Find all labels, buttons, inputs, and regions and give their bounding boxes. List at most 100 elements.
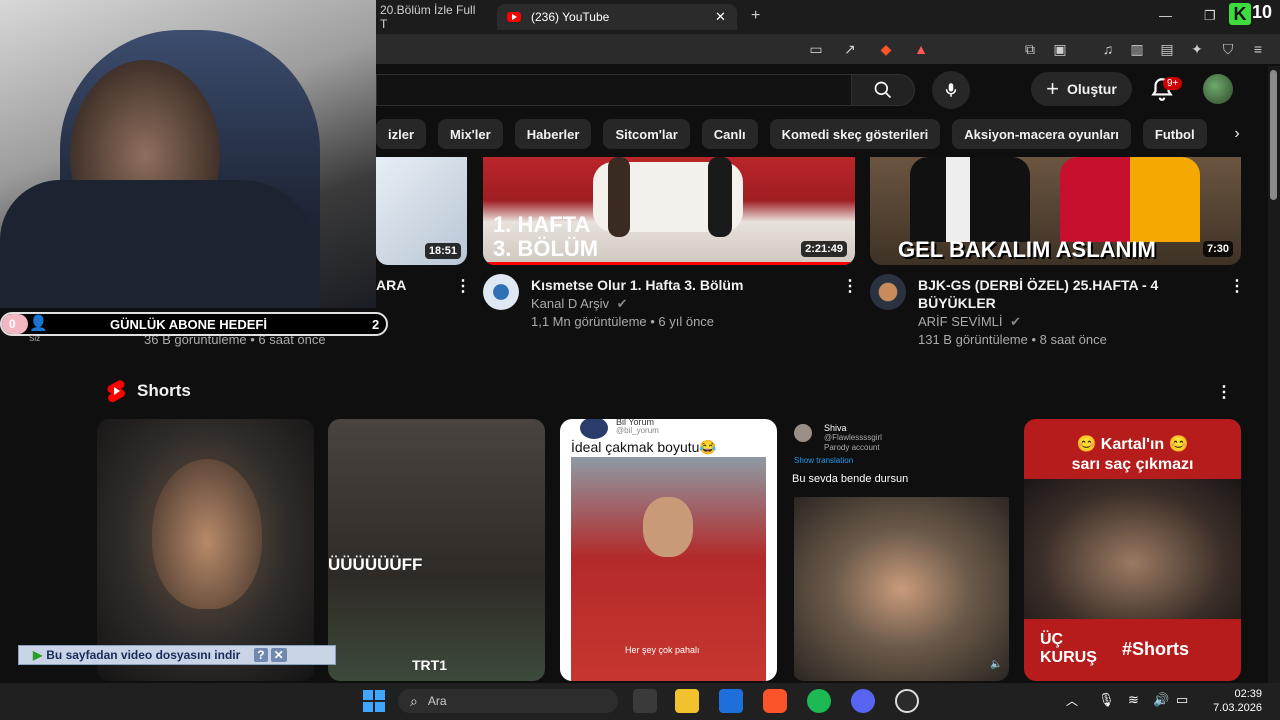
minimize-icon[interactable]: —: [1159, 8, 1172, 23]
thumbnail-line: 1. HAFTA: [493, 212, 591, 237]
short-card[interactable]: 😊 Kartal'ın 😊 sarı saç çıkmazı ÜÇ KURUŞ …: [1024, 419, 1241, 681]
chip-music[interactable]: izler: [376, 119, 427, 149]
tab-label: (236) YouTube: [531, 10, 610, 24]
chip-action-adventure-games[interactable]: Aksiyon-macera oyunları: [952, 119, 1131, 149]
short-photo: [794, 497, 1009, 681]
brave-rewards-icon[interactable]: ▲: [912, 40, 930, 58]
channel-avatar[interactable]: [483, 274, 519, 310]
video-meta: 1,1 Mn görüntüleme • 6 yıl önce: [531, 314, 715, 329]
video-title[interactable]: BJK-GS (DERBİ ÖZEL) 25.HAFTA - 4 BÜYÜKLE…: [918, 276, 1158, 312]
extensions-icon[interactable]: ⧉: [1021, 40, 1039, 58]
goal-target: 2: [372, 317, 380, 332]
cast-icon[interactable]: ▭: [807, 40, 825, 58]
task-view-icon[interactable]: [633, 689, 657, 713]
music-icon[interactable]: ♫: [1099, 40, 1117, 58]
k-score: 10: [1252, 2, 1273, 22]
tab-youtube[interactable]: (236) YouTube ✕: [497, 4, 737, 30]
short-handle: @Flawlessssgirl: [824, 433, 882, 442]
video-title-line: BÜYÜKLER: [918, 295, 996, 311]
chip-sitcoms[interactable]: Sitcom'lar: [603, 119, 690, 149]
microphone-icon[interactable]: 🎙: [1098, 692, 1115, 708]
chip-football[interactable]: Futbol: [1142, 119, 1207, 149]
help-button[interactable]: ?: [254, 648, 268, 662]
short-parody: Parody account: [824, 443, 880, 452]
video-title[interactable]: ARA: [376, 276, 406, 294]
short-handle: @bil_yorum: [616, 426, 659, 435]
chips-next-button[interactable]: ›: [1222, 119, 1252, 149]
close-icon[interactable]: ✕: [270, 648, 287, 662]
short-translate: Show translation: [794, 456, 854, 465]
short-top-line: sarı saç çıkmazı: [1071, 456, 1194, 473]
volume-icon[interactable]: 🔈: [990, 659, 1002, 670]
battery-icon[interactable]: ▭: [1176, 692, 1188, 708]
file-explorer-icon[interactable]: [675, 689, 699, 713]
video-title[interactable]: Kısmetse Olur 1. Hafta 3. Bölüm: [531, 276, 743, 294]
leo-ai-icon[interactable]: ✦: [1188, 40, 1206, 58]
video-thumbnail[interactable]: 1. HAFTA 3. BÖLÜM 2:21:49: [483, 157, 855, 265]
account-avatar[interactable]: [1203, 74, 1233, 104]
person-figure: [708, 157, 732, 237]
video-title-line: BJK-GS (DERBİ ÖZEL) 25.HAFTA - 4: [918, 277, 1159, 293]
search-input[interactable]: [376, 74, 851, 106]
windows-start-icon[interactable]: [362, 689, 386, 713]
mail-icon[interactable]: [719, 689, 743, 713]
video-thumbnail[interactable]: GEL BAKALIM ASLANIM 7:30: [870, 157, 1241, 265]
chip-mixes[interactable]: Mix'ler: [438, 119, 503, 149]
tab-episode[interactable]: 20.Bölüm İzle Full T: [370, 3, 490, 31]
sidebar-icon[interactable]: ▥: [1128, 40, 1146, 58]
taskbar-search[interactable]: ⌕ Ara: [398, 689, 618, 713]
menu-icon[interactable]: ≡: [1249, 40, 1267, 58]
search-icon: [874, 81, 892, 99]
screenshot-icon[interactable]: ▣: [1051, 40, 1069, 58]
brave-browser-icon[interactable]: [763, 689, 787, 713]
clock[interactable]: 02:39 7.03.2026: [1208, 687, 1262, 715]
channel-name-text: Kanal D Arşiv: [531, 296, 610, 311]
shorts-logo-icon: [107, 380, 125, 402]
short-user: Shiva: [824, 423, 847, 433]
gs-jersey: [1060, 157, 1200, 242]
verified-icon: ✔: [1010, 314, 1022, 329]
video-meta: 131 B görüntüleme • 8 saat önce: [918, 332, 1107, 347]
shorts-more-options-icon[interactable]: ⋮: [1216, 382, 1232, 402]
short-bottom-line: KURUŞ: [1040, 649, 1097, 666]
short-card[interactable]: Bil Yorum @bil_yorum İdeal çakmak boyutu…: [560, 419, 777, 681]
tray-chevron-up-icon[interactable]: ︿: [1066, 692, 1078, 709]
thumbnail-text: 1. HAFTA 3. BÖLÜM: [493, 213, 598, 261]
create-button[interactable]: + Oluştur: [1031, 72, 1132, 106]
discord-icon[interactable]: [851, 689, 875, 713]
spotify-icon[interactable]: [807, 689, 831, 713]
new-tab-icon[interactable]: +: [751, 7, 760, 25]
channel-name[interactable]: ARİF SEVİMLİ ✔: [918, 314, 1021, 330]
time: 02:39: [1234, 688, 1262, 700]
close-tab-icon[interactable]: ✕: [715, 9, 726, 25]
chip-comedy-sketch[interactable]: Komedi skeç gösterileri: [769, 119, 941, 149]
brave-shield-icon[interactable]: ◆: [877, 40, 895, 58]
wallet-icon[interactable]: ▤: [1158, 40, 1176, 58]
channel-name[interactable]: Kanal D Arşiv ✔: [531, 296, 628, 312]
vpn-icon[interactable]: ⛉: [1219, 40, 1237, 58]
volume-icon[interactable]: 🔊: [1153, 692, 1169, 708]
short-card[interactable]: ÜÜÜÜÜÜFF TRT1: [328, 419, 545, 681]
chip-news[interactable]: Haberler: [514, 119, 592, 149]
channel-avatar[interactable]: [870, 274, 906, 310]
goal-current: 0: [9, 317, 16, 331]
more-options-icon[interactable]: ⋮: [455, 276, 471, 296]
more-options-icon[interactable]: ⋮: [1229, 276, 1245, 296]
voice-search-button[interactable]: [932, 71, 970, 109]
verified-icon: ✔: [616, 296, 628, 311]
video-thumbnail[interactable]: 18:51: [376, 157, 467, 265]
more-options-icon[interactable]: ⋮: [842, 276, 858, 296]
search-icon: ⌕: [410, 692, 418, 709]
scrollbar-thumb[interactable]: [1270, 70, 1277, 200]
short-card[interactable]: [97, 419, 314, 681]
video-duration: 7:30: [1202, 241, 1233, 257]
search-button[interactable]: [851, 74, 915, 106]
share-icon[interactable]: ↗: [841, 40, 859, 58]
obs-icon[interactable]: [895, 689, 919, 713]
restore-icon[interactable]: ❐: [1204, 8, 1216, 24]
wifi-icon[interactable]: ≋: [1128, 692, 1139, 708]
short-card[interactable]: Shiva @Flawlessssgirl Parody account Sho…: [792, 419, 1009, 681]
chip-live[interactable]: Canlı: [701, 119, 758, 149]
video-download-bar[interactable]: ▶ Bu sayfadan video dosyasını indir ? ✕: [18, 645, 336, 665]
short-caption: Bu sevda bende dursun: [792, 473, 909, 485]
